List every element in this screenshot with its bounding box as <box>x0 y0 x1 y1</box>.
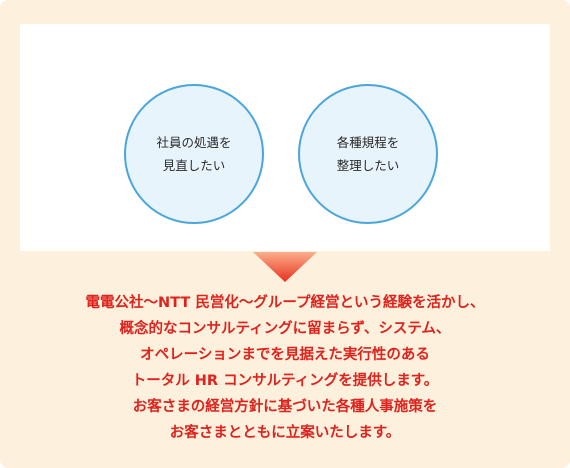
down-arrow-icon <box>253 252 317 282</box>
message-line: お客さまとともに立案いたします。 <box>169 425 401 441</box>
need-circle-line: 整理したい <box>336 158 400 173</box>
need-circle-line: 各種規程を <box>336 135 400 150</box>
message-line: お客さまの経営方針に基づいた各種人事施策を <box>132 399 438 415</box>
message-line: 概念的なコンサルティングに留まらず、システム、 <box>119 321 451 337</box>
service-message: 電電公社〜NTT 民営化〜グループ経営という経験を活かし、 概念的なコンサルティ… <box>0 290 570 446</box>
need-circle-regulations: 各種規程を 整理したい <box>298 84 438 224</box>
need-circle-line: 見直したい <box>162 158 226 173</box>
message-line: オペレーションまでを見据えた実行性のある <box>140 347 430 363</box>
need-circle-treatment: 社員の処遇を 見直したい <box>124 84 264 224</box>
needs-box: 社員の処遇を 見直したい 各種規程を 整理したい <box>20 24 550 251</box>
message-line: トータル HR コンサルティングを提供します。 <box>131 373 439 389</box>
message-line: 電電公社〜NTT 民営化〜グループ経営という経験を活かし、 <box>85 295 485 311</box>
content-panel: 社員の処遇を 見直したい 各種規程を 整理したい 電電公社〜NTT 民営化〜グル… <box>0 0 570 468</box>
need-circle-line: 社員の処遇を <box>156 135 232 150</box>
